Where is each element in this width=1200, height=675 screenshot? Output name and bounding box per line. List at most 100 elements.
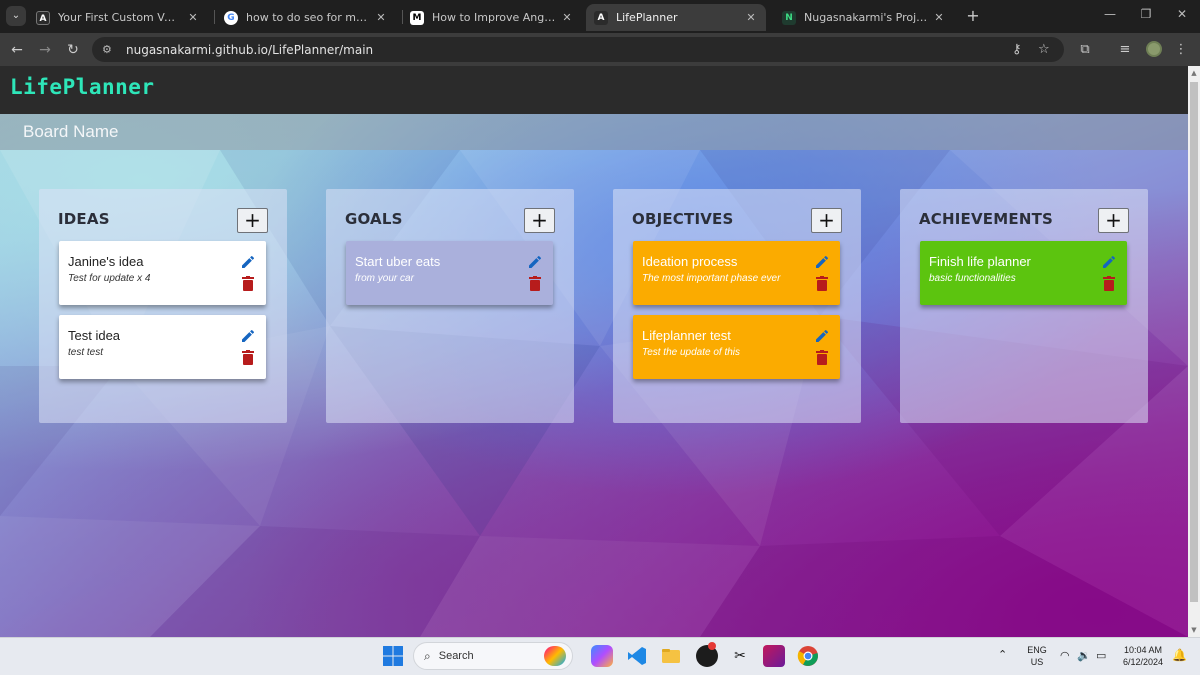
close-tab-icon[interactable]: ✕ <box>186 11 200 24</box>
address-bar[interactable]: ⚙ nugasnakarmi.github.io/LifePlanner/mai… <box>92 37 1064 62</box>
board-name[interactable]: Board Name <box>23 122 118 142</box>
favicon-a-icon: A <box>594 10 608 25</box>
app-logo[interactable]: LifePlanner <box>10 75 155 99</box>
browser-toolbar: ← → ↻ ⚙ nugasnakarmi.github.io/LifePlann… <box>0 33 1200 66</box>
chrome-icon[interactable] <box>797 645 819 667</box>
forward-arrow-icon[interactable]: → <box>34 39 56 61</box>
card-title: Start uber eats <box>355 254 441 269</box>
close-tab-icon[interactable]: ✕ <box>374 11 388 24</box>
google-favicon-icon: G <box>224 10 238 25</box>
task-card[interactable]: Lifeplanner test Test the update of this <box>633 315 840 379</box>
vscode-icon[interactable] <box>626 645 648 667</box>
browser-tab[interactable]: A Your First Custom Vue Compon ✕ <box>28 4 208 31</box>
browser-tab-strip: ⌄ A Your First Custom Vue Compon ✕ G how… <box>0 0 1200 33</box>
edit-pencil-icon[interactable] <box>814 254 830 270</box>
restore-window-icon[interactable]: ❐ <box>1134 7 1158 21</box>
page-viewport: LifePlanner Board Name IDEAS + Janine's … <box>0 66 1188 637</box>
clock-time: 10:04 AM <box>1123 645 1163 655</box>
close-tab-icon[interactable]: ✕ <box>932 11 946 24</box>
close-window-icon[interactable]: ✕ <box>1170 7 1194 21</box>
clock-date: 6/12/2024 <box>1122 657 1164 667</box>
edit-pencil-icon[interactable] <box>240 328 256 344</box>
edit-pencil-icon[interactable] <box>240 254 256 270</box>
clipchamp-icon[interactable] <box>763 645 785 667</box>
card-description: The most important phase ever <box>642 273 781 284</box>
browser-menu-icon[interactable]: ⋮ <box>1170 39 1192 61</box>
column-achievements: ACHIEVEMENTS + Finish life planner basic… <box>900 189 1148 423</box>
task-card[interactable]: Janine's idea Test for update x 4 <box>59 241 266 305</box>
notification-bell-icon[interactable]: 🔔 <box>1172 649 1187 661</box>
page-scrollbar[interactable]: ▲ ▼ <box>1188 66 1200 637</box>
delete-trash-icon[interactable] <box>816 350 828 365</box>
delete-trash-icon[interactable] <box>242 276 254 291</box>
card-description: Test the update of this <box>642 347 741 358</box>
profile-avatar[interactable] <box>1146 41 1162 57</box>
file-explorer-icon[interactable] <box>660 645 682 667</box>
browser-tab[interactable]: N Nugasnakarmi's Project | LifePla ✕ <box>774 4 954 31</box>
card-description: test test <box>68 347 104 358</box>
key-icon[interactable]: ⚷ <box>1012 37 1022 62</box>
task-card[interactable]: Ideation process The most important phas… <box>633 241 840 305</box>
app-header: LifePlanner <box>0 66 1188 114</box>
add-card-button[interactable]: + <box>811 208 842 233</box>
tab-divider <box>214 10 215 24</box>
scrollbar-thumb[interactable] <box>1190 82 1198 602</box>
project-favicon-icon: N <box>782 10 796 25</box>
wifi-icon[interactable]: ◠ <box>1060 650 1070 662</box>
add-card-button[interactable]: + <box>237 208 268 233</box>
board-title-bar: Board Name <box>0 114 1188 150</box>
column-goals: GOALS + Start uber eats from your car <box>326 189 574 423</box>
edit-pencil-icon[interactable] <box>814 328 830 344</box>
scroll-up-arrow-icon[interactable]: ▲ <box>1190 69 1198 77</box>
windows-start-icon[interactable] <box>382 645 404 667</box>
browser-tab[interactable]: M How to Improve Angular Applic ✕ <box>402 4 582 31</box>
delete-trash-icon[interactable] <box>816 276 828 291</box>
column-title: IDEAS <box>58 210 110 228</box>
taskbar-search-box[interactable]: ⌕ Search <box>413 642 573 670</box>
add-card-button[interactable]: + <box>524 208 555 233</box>
card-title: Finish life planner <box>929 254 1031 269</box>
close-tab-icon[interactable]: ✕ <box>560 11 574 24</box>
column-objectives: OBJECTIVES + Ideation process The most i… <box>613 189 861 423</box>
edit-pencil-icon[interactable] <box>527 254 543 270</box>
language-code: ENG <box>1027 645 1047 655</box>
task-card[interactable]: Test idea test test <box>59 315 266 379</box>
copilot-icon[interactable] <box>591 645 613 667</box>
new-tab-plus-icon[interactable]: + <box>964 6 982 25</box>
tab-title: Your First Custom Vue Compon <box>58 11 182 24</box>
tab-title: Nugasnakarmi's Project | LifePla <box>804 11 928 24</box>
reload-icon[interactable]: ↻ <box>62 39 84 61</box>
clock[interactable]: 10:04 AM 6/12/2024 <box>1118 644 1168 668</box>
show-hidden-icons-chevron-icon[interactable]: ⌃ <box>998 649 1007 661</box>
input-language-indicator[interactable]: ENG US <box>1024 644 1050 668</box>
task-card[interactable]: Finish life planner basic functionalitie… <box>920 241 1127 305</box>
add-card-button[interactable]: + <box>1098 208 1129 233</box>
task-card[interactable]: Start uber eats from your car <box>346 241 553 305</box>
card-description: Test for update x 4 <box>68 273 151 284</box>
tab-search-chevron-icon[interactable]: ⌄ <box>6 6 26 26</box>
tab-title: How to Improve Angular Applic <box>432 11 556 24</box>
bookmark-star-icon[interactable]: ☆ <box>1038 37 1050 62</box>
search-icon: ⌕ <box>424 648 431 663</box>
scroll-down-arrow-icon[interactable]: ▼ <box>1190 626 1198 634</box>
battery-icon[interactable]: ▭ <box>1096 650 1106 662</box>
card-description: basic functionalities <box>929 273 1016 284</box>
card-title: Ideation process <box>642 254 738 269</box>
tab-title: LifePlanner <box>616 11 678 24</box>
edit-pencil-icon[interactable] <box>1101 254 1117 270</box>
browser-tab-active[interactable]: A LifePlanner ✕ <box>586 4 766 31</box>
extensions-puzzle-icon[interactable]: ⧉ <box>1074 39 1096 61</box>
media-queue-icon[interactable]: ≡ <box>1114 39 1136 61</box>
capcut-icon[interactable]: ✂ <box>729 645 751 667</box>
delete-trash-icon[interactable] <box>529 276 541 291</box>
close-tab-icon[interactable]: ✕ <box>744 11 758 24</box>
back-arrow-icon[interactable]: ← <box>6 39 28 61</box>
site-info-icon[interactable]: ⚙ <box>102 43 118 56</box>
minimize-window-icon[interactable]: — <box>1098 7 1122 21</box>
browser-tab[interactable]: G how to do seo for my website - ✕ <box>216 4 396 31</box>
delete-trash-icon[interactable] <box>242 350 254 365</box>
volume-icon[interactable]: 🔉 <box>1077 650 1091 662</box>
card-title: Janine's idea <box>68 254 144 269</box>
delete-trash-icon[interactable] <box>1103 276 1115 291</box>
search-label: Search <box>438 650 474 662</box>
